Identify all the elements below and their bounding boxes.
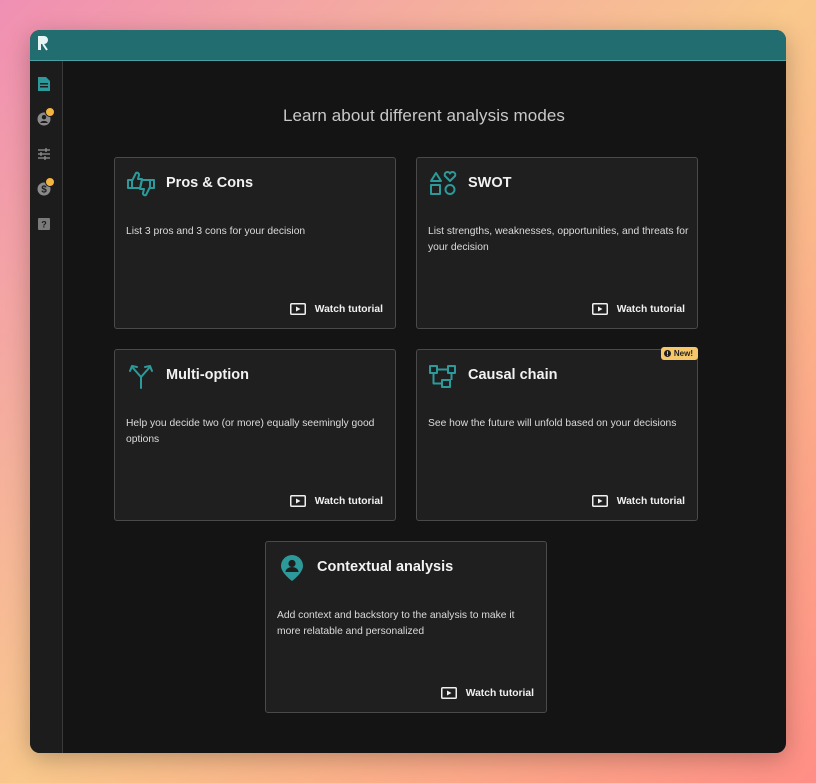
card-description: See how the future will unfold based on … bbox=[428, 418, 677, 429]
card-title: SWOT bbox=[468, 175, 512, 191]
play-video-icon bbox=[289, 495, 306, 507]
card-swot[interactable]: SWOT List strengths, weaknesses, opportu… bbox=[416, 157, 698, 329]
app-logo-icon[interactable] bbox=[37, 35, 49, 51]
sidebar-item-settings[interactable] bbox=[35, 145, 53, 163]
card-pros-cons[interactable]: Pros & Cons List 3 pros and 3 cons for y… bbox=[114, 157, 396, 329]
watch-tutorial-label: Watch tutorial bbox=[314, 303, 383, 315]
card-title: Pros & Cons bbox=[166, 175, 254, 191]
new-badge-label: New! bbox=[673, 349, 693, 358]
alert-badge bbox=[45, 107, 55, 117]
flowchart-icon bbox=[429, 365, 456, 388]
card-description: Add context and backstory to the analysi… bbox=[277, 610, 515, 637]
watch-tutorial-label: Watch tutorial bbox=[616, 303, 685, 315]
play-video-icon bbox=[440, 687, 457, 699]
watch-tutorial-label: Watch tutorial bbox=[616, 495, 685, 507]
page-title: Learn about different analysis modes bbox=[282, 106, 566, 125]
card-description: List 3 pros and 3 cons for your decision bbox=[126, 226, 306, 237]
person-pin-icon bbox=[281, 555, 303, 581]
help-icon: ? bbox=[38, 218, 50, 230]
card-causal-chain[interactable]: New! Causal chain See how the future wil… bbox=[416, 347, 698, 521]
alert-badge bbox=[45, 177, 55, 187]
svg-text:?: ? bbox=[41, 220, 47, 230]
watch-tutorial-button[interactable]: Watch tutorial bbox=[289, 303, 383, 315]
watch-tutorial-label: Watch tutorial bbox=[465, 687, 534, 699]
play-video-icon bbox=[289, 303, 306, 315]
sidebar-item-account[interactable] bbox=[35, 107, 55, 128]
sliders-icon bbox=[38, 148, 50, 160]
watch-tutorial-label: Watch tutorial bbox=[314, 495, 383, 507]
thumbs-up-down-icon bbox=[127, 171, 155, 197]
document-icon bbox=[38, 77, 50, 91]
card-title: Causal chain bbox=[468, 367, 558, 383]
play-video-icon bbox=[591, 495, 608, 507]
watch-tutorial-button[interactable]: Watch tutorial bbox=[289, 495, 383, 507]
card-contextual-analysis[interactable]: Contextual analysis Add context and back… bbox=[265, 541, 547, 713]
card-multi-option[interactable]: Multi-option Help you decide two (or mor… bbox=[114, 349, 396, 521]
card-title: Contextual analysis bbox=[317, 559, 454, 575]
branch-arrows-icon bbox=[129, 365, 153, 389]
top-bar bbox=[30, 30, 786, 61]
sidebar: $ ? bbox=[30, 61, 63, 753]
card-description: List strengths, weaknesses, opportunitie… bbox=[428, 226, 689, 253]
sidebar-item-documents[interactable] bbox=[35, 75, 53, 93]
sidebar-item-billing[interactable]: $ bbox=[35, 177, 55, 198]
new-badge: New! bbox=[660, 347, 698, 360]
shapes-icon bbox=[430, 171, 457, 195]
card-title: Multi-option bbox=[166, 367, 249, 383]
watch-tutorial-button[interactable]: Watch tutorial bbox=[591, 495, 685, 507]
app-window: $ ? Learn about different analysis modes… bbox=[30, 30, 786, 753]
watch-tutorial-button[interactable]: Watch tutorial bbox=[440, 687, 534, 699]
card-description: Help you decide two (or more) equally se… bbox=[126, 418, 375, 445]
watch-tutorial-button[interactable]: Watch tutorial bbox=[591, 303, 685, 315]
sidebar-item-help[interactable]: ? bbox=[35, 215, 53, 233]
play-video-icon bbox=[591, 303, 608, 315]
info-icon bbox=[663, 350, 671, 357]
